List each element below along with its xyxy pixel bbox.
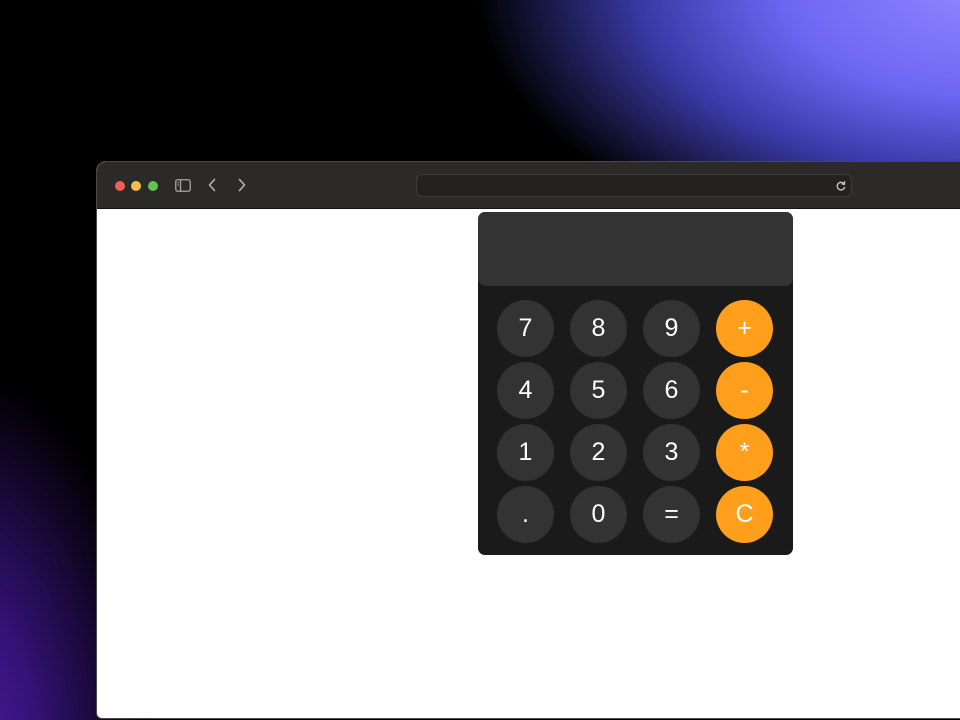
reload-icon[interactable] bbox=[835, 179, 847, 191]
browser-toolbar bbox=[97, 162, 960, 209]
browser-window: 7 8 9 +4 5 6- 1 2 3 *. 0 = C bbox=[96, 161, 960, 719]
keypad: 7 8 9 +4 5 6- 1 2 3 *. 0 = C bbox=[497, 300, 773, 543]
page-content: 7 8 9 +4 5 6- 1 2 3 *. 0 = C bbox=[97, 209, 960, 718]
key-digit-1-button[interactable]: 1 bbox=[497, 424, 554, 481]
key-equals-button[interactable]: = bbox=[643, 486, 700, 543]
desktop-background: 7 8 9 +4 5 6- 1 2 3 *. 0 = C bbox=[0, 0, 960, 720]
close-window-button[interactable] bbox=[115, 181, 125, 191]
key-digit-2-button[interactable]: 2 bbox=[570, 424, 627, 481]
address-bar[interactable] bbox=[416, 174, 852, 197]
calculator-display bbox=[478, 212, 793, 286]
sidebar-icon[interactable] bbox=[173, 176, 193, 194]
key-digit-8-button[interactable]: 8 bbox=[570, 300, 627, 357]
key-digit-3-button[interactable]: 3 bbox=[643, 424, 700, 481]
key-clear-button[interactable]: C bbox=[716, 486, 773, 543]
key-digit-5-button[interactable]: 5 bbox=[570, 362, 627, 419]
chevron-left-icon[interactable] bbox=[202, 176, 222, 194]
key-digit-6-button[interactable]: 6 bbox=[643, 362, 700, 419]
key-minus-button[interactable]: - bbox=[716, 362, 773, 419]
key-decimal-button[interactable]: . bbox=[497, 486, 554, 543]
key-digit-9-button[interactable]: 9 bbox=[643, 300, 700, 357]
key-digit-4-button[interactable]: 4 bbox=[497, 362, 554, 419]
key-plus-button[interactable]: + bbox=[716, 300, 773, 357]
calculator: 7 8 9 +4 5 6- 1 2 3 *. 0 = C bbox=[478, 212, 793, 555]
zoom-window-button[interactable] bbox=[148, 181, 158, 191]
key-digit-0-button[interactable]: 0 bbox=[570, 486, 627, 543]
chevron-right-icon[interactable] bbox=[232, 176, 252, 194]
key-digit-7-button[interactable]: 7 bbox=[497, 300, 554, 357]
minimize-window-button[interactable] bbox=[131, 181, 141, 191]
key-multiply-button[interactable]: * bbox=[716, 424, 773, 481]
